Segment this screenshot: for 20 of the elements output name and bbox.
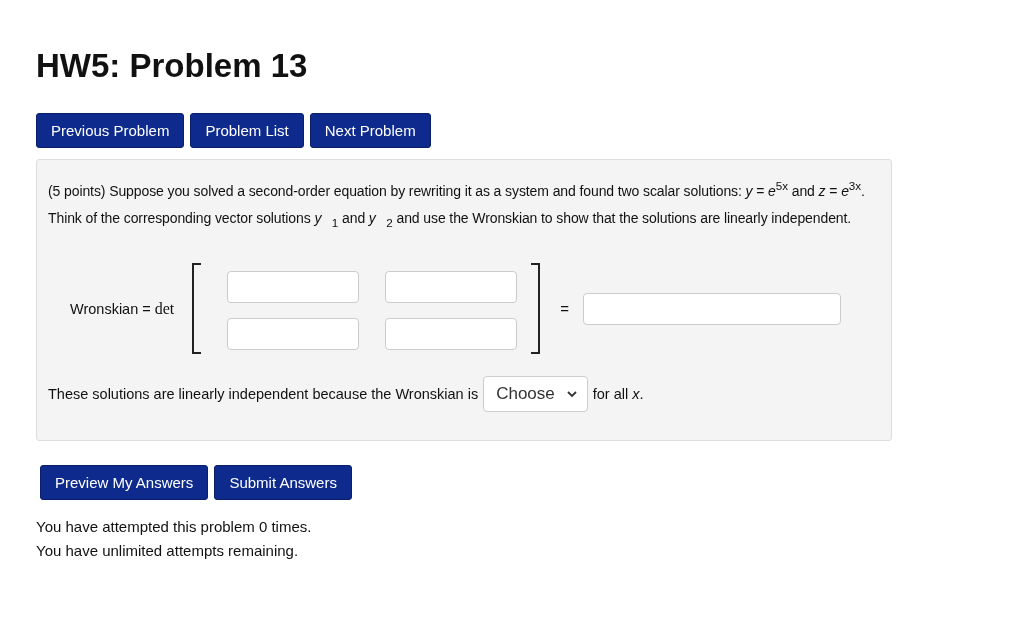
problem-statement: (5 points) Suppose you solved a second-order equation by rewriting it as a system and found two scalar solutions: y = e$^{5x}$ and z = e$^{3x}$. Think of the corresponding vector solutions y⃗$_{1}$ and y⃗$_{2}$ and use the Wronskian to show that the solutions are linearly independent. — [48, 178, 866, 231]
chevron-icon — [566, 390, 577, 398]
attempts-text: You have attempted this problem 0 times. — [36, 518, 313, 536]
conclusion-text: These solutions are linearly independent because the Wronskian is — [48, 386, 479, 403]
equals-sign: = — [560, 300, 570, 318]
nav-button[interactable]: Previous Problem — [36, 113, 185, 148]
matrix-entry-field[interactable] — [227, 271, 360, 304]
page-title: HW5: Problem 13 — [36, 47, 309, 85]
choose-dropdown[interactable]: Choose — [483, 376, 588, 413]
answer-field[interactable] — [583, 292, 842, 325]
nav-button[interactable]: Problem List — [190, 113, 304, 148]
suffix-text: for all x. — [592, 386, 644, 403]
matrix-entry-field[interactable] — [385, 318, 518, 351]
attempts-text: You have unlimited attempts remaining. — [36, 542, 300, 560]
nav-button[interactable]: Next Problem — [309, 113, 431, 148]
wronskian-label: Wronskian = det — [70, 299, 175, 318]
matrix-entry-field[interactable] — [227, 318, 360, 351]
answer-button[interactable]: Submit Answers — [214, 465, 352, 501]
answer-button[interactable]: Preview My Answers — [40, 465, 209, 501]
matrix-entry-field[interactable] — [385, 271, 518, 304]
